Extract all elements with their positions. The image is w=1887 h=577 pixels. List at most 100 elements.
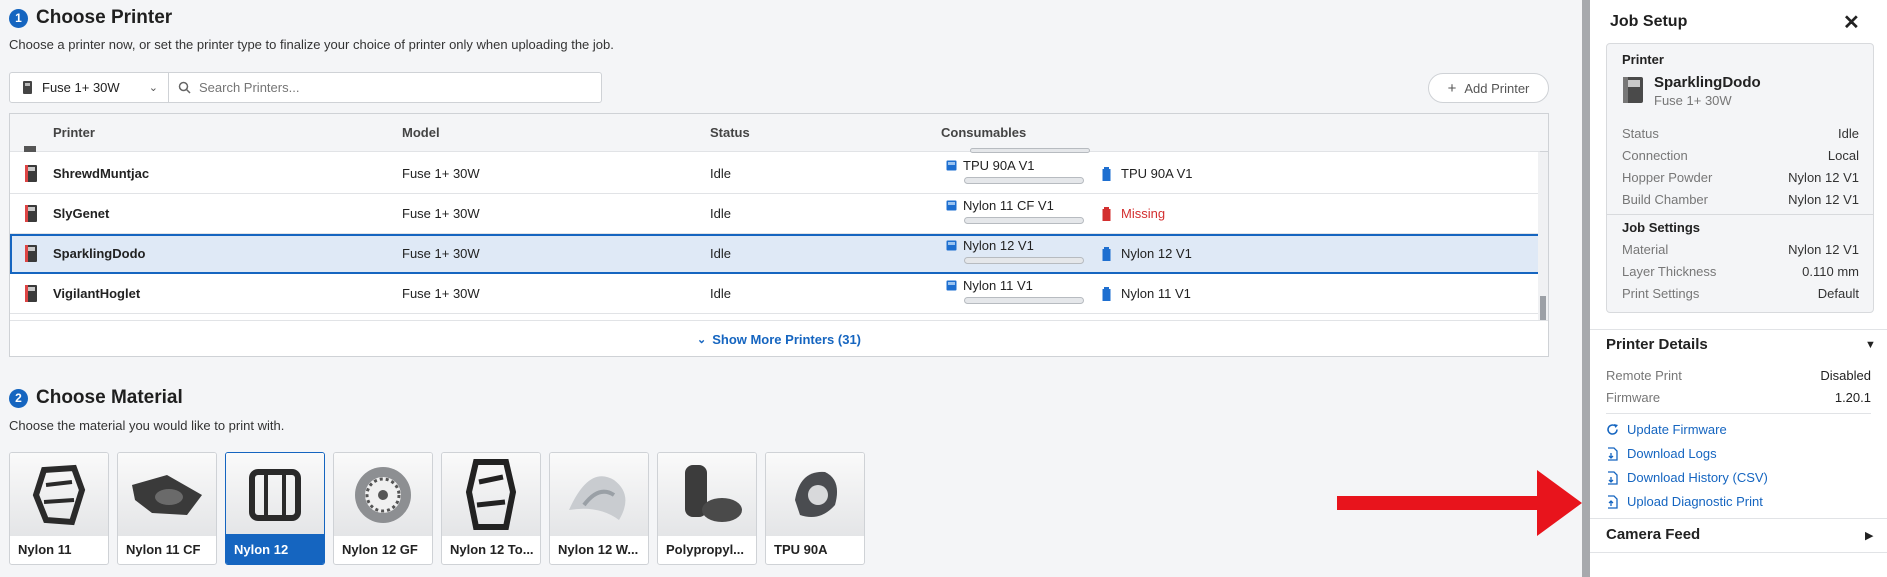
material-card[interactable]: Nylon 11 CF [117,452,217,565]
powder-level-bar [964,217,1084,224]
close-icon[interactable]: ✕ [1843,10,1860,35]
material-label: Nylon 12 [226,534,324,564]
choose-printer-subtitle: Choose a printer now, or set the printer… [9,37,614,52]
section-title: Choose Printer [36,7,173,28]
material-card[interactable]: Nylon 12 W... [549,452,649,565]
info-row-build-chamber: Build Chamber Nylon 12 V1 [1622,192,1859,207]
choose-material-subtitle: Choose the material you would like to pr… [9,418,285,433]
upload-diagnostic-print-link[interactable]: Upload Diagnostic Print [1606,494,1763,509]
material-card-selected[interactable]: Nylon 12 [225,452,325,565]
printer-model: Fuse 1+ 30W [402,286,480,301]
material-image [766,453,864,536]
job-setup-panel: Job Setup ✕ Printer SparklingDodo Fuse 1… [1590,0,1887,577]
table-scrollbar[interactable] [1538,152,1548,320]
printer-name: ShrewdMuntjac [53,166,150,181]
info-value: Nylon 12 V1 [1788,192,1859,207]
selected-printer-name: SparklingDodo [1654,74,1761,91]
printer-name: VigilantHoglet [53,286,141,301]
add-printer-button[interactable]: + Add Printer [1428,73,1549,103]
detail-value: 1.20.1 [1834,390,1871,405]
choose-material-heading: 2 Choose Material [9,387,183,409]
powder-icon [946,240,957,251]
panel-title: Job Setup [1610,13,1688,30]
divider [1590,552,1887,553]
divider [1590,518,1887,519]
table-row-selected[interactable]: SparklingDodo Fuse 1+ 30W Idle Nylon 12 … [10,234,1548,274]
cartridge-label: Missing [1121,206,1166,221]
printer-icon [25,205,37,222]
table-row[interactable]: ShrewdMuntjac Fuse 1+ 30W Idle TPU 90A V… [10,154,1540,194]
printer-table: Printer Model Status Consumables ShrewdM… [9,113,1549,357]
section-title: Choose Material [36,387,183,408]
printer-status: Idle [710,286,731,301]
info-key: Status [1622,126,1659,141]
printer-status: Idle [710,166,731,181]
info-row-connection: Connection Local [1622,148,1859,163]
step-number: 2 [9,388,28,408]
red-arrow-annotation [1337,470,1582,536]
printer-type-dropdown[interactable]: Fuse 1+ 30W ⌄ [10,73,169,102]
material-label: Nylon 12 GF [342,542,418,557]
divider [1590,329,1887,330]
material-card[interactable]: Nylon 12 To... [441,452,541,565]
info-value: Nylon 12 V1 [1788,242,1859,257]
cartridge-label: Nylon 12 V1 [1121,246,1192,261]
material-label: Nylon 12 To... [450,542,534,557]
add-printer-label: Add Printer [1464,80,1530,96]
material-card[interactable]: Polypropyl... [657,452,757,565]
printer-details-header[interactable]: Printer Details [1606,336,1708,353]
file-upload-icon [1608,494,1618,509]
caret-right-icon[interactable]: ▶ [1865,529,1873,542]
powder-label: TPU 90A V1 [963,158,1035,173]
powder-level-bar [964,177,1084,184]
material-card[interactable]: TPU 90A [765,452,865,565]
cartridge-icon [1102,166,1111,181]
file-download-icon [1608,446,1618,461]
camera-feed-header[interactable]: Camera Feed [1606,526,1700,543]
table-row[interactable]: VigilantHoglet Fuse 1+ 30W Idle Nylon 11… [10,274,1540,314]
printer-icon [25,285,37,302]
download-history-link[interactable]: Download History (CSV) [1606,470,1768,485]
update-firmware-link[interactable]: Update Firmware [1606,422,1727,437]
chevron-down-icon: ⌄ [696,333,707,346]
info-row-layer-thickness: Layer Thickness 0.110 mm [1622,264,1859,279]
cartridge-consumable: TPU 90A V1 [1102,166,1193,181]
powder-consumable: Nylon 11 CF V1 [946,198,1084,224]
info-value: Idle [1838,126,1859,141]
divider [1606,413,1871,414]
table-row[interactable]: SlyGenet Fuse 1+ 30W Idle Nylon 11 CF V1… [10,194,1540,234]
scrollbar-thumb[interactable] [1540,296,1546,320]
table-row-partial[interactable] [10,114,1540,153]
material-image [226,453,324,536]
chevron-down-icon: ⌄ [148,82,158,94]
panel-divider[interactable] [1582,0,1590,577]
powder-consumable: Nylon 11 V1 [946,278,1084,304]
show-more-printers-button[interactable]: ⌄ Show More Printers (31) [10,320,1548,356]
search-icon [178,81,191,94]
printer-icon [25,165,37,182]
info-value: 0.110 mm [1802,264,1859,279]
cartridge-icon [1102,246,1111,261]
refresh-icon [1607,424,1618,435]
link-label: Update Firmware [1627,422,1727,437]
info-key: Material [1622,242,1669,257]
show-more-label: Show More Printers (31) [712,331,862,347]
printer-section-title: Printer [1622,52,1664,67]
material-label: Nylon 11 [18,542,72,557]
printer-model: Fuse 1+ 30W [402,206,480,221]
powder-consumable: Nylon 12 V1 [946,238,1084,264]
selected-printer: SparklingDodo Fuse 1+ 30W [1622,74,1761,108]
printer-icon [1623,77,1643,103]
search-input[interactable] [199,80,579,95]
link-label: Download Logs [1627,446,1717,461]
info-key: Build Chamber [1622,192,1708,207]
download-logs-link[interactable]: Download Logs [1606,446,1717,461]
caret-down-icon[interactable]: ▼ [1865,339,1876,351]
powder-icon [946,200,957,211]
material-card[interactable]: Nylon 11 [9,452,109,565]
printer-toolbar: Fuse 1+ 30W ⌄ [9,72,602,103]
info-row-hopper-powder: Hopper Powder Nylon 12 V1 [1622,170,1859,185]
cartridge-consumable: Nylon 12 V1 [1102,246,1192,261]
material-card[interactable]: Nylon 12 GF [333,452,433,565]
material-label: Nylon 12 W... [558,542,639,557]
